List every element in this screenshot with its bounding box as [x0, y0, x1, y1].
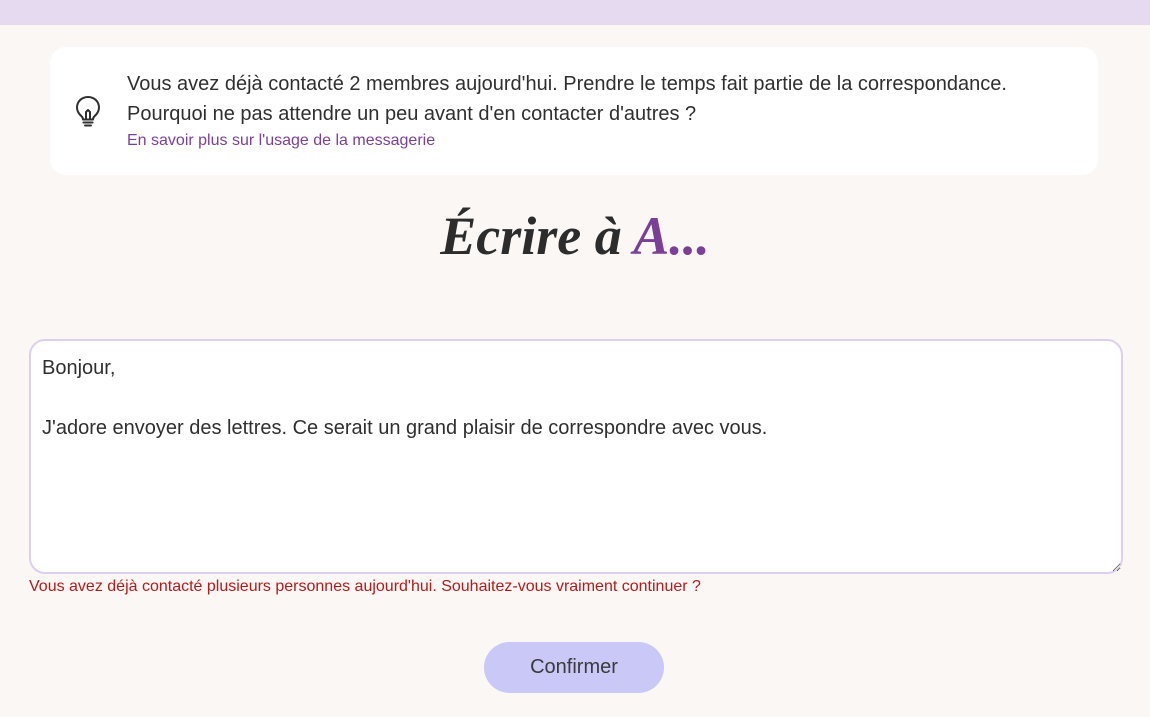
title-prefix: Écrire à — [440, 206, 634, 266]
tip-card: Vous avez déjà contacté 2 membres aujour… — [50, 47, 1098, 175]
top-bar — [0, 0, 1150, 25]
message-input[interactable] — [29, 339, 1123, 574]
contact-limit-warning: Vous avez déjà contacté plusieurs person… — [29, 578, 701, 595]
lightbulb-icon — [74, 95, 102, 127]
tip-message: Vous avez déjà contacté 2 membres aujour… — [127, 73, 1007, 125]
page-title: Écrire à A... — [0, 196, 1150, 276]
confirm-button[interactable]: Confirmer — [484, 642, 664, 693]
recipient-name: A... — [633, 206, 710, 266]
messaging-help-link[interactable]: En savoir plus sur l'usage de la message… — [127, 130, 435, 152]
